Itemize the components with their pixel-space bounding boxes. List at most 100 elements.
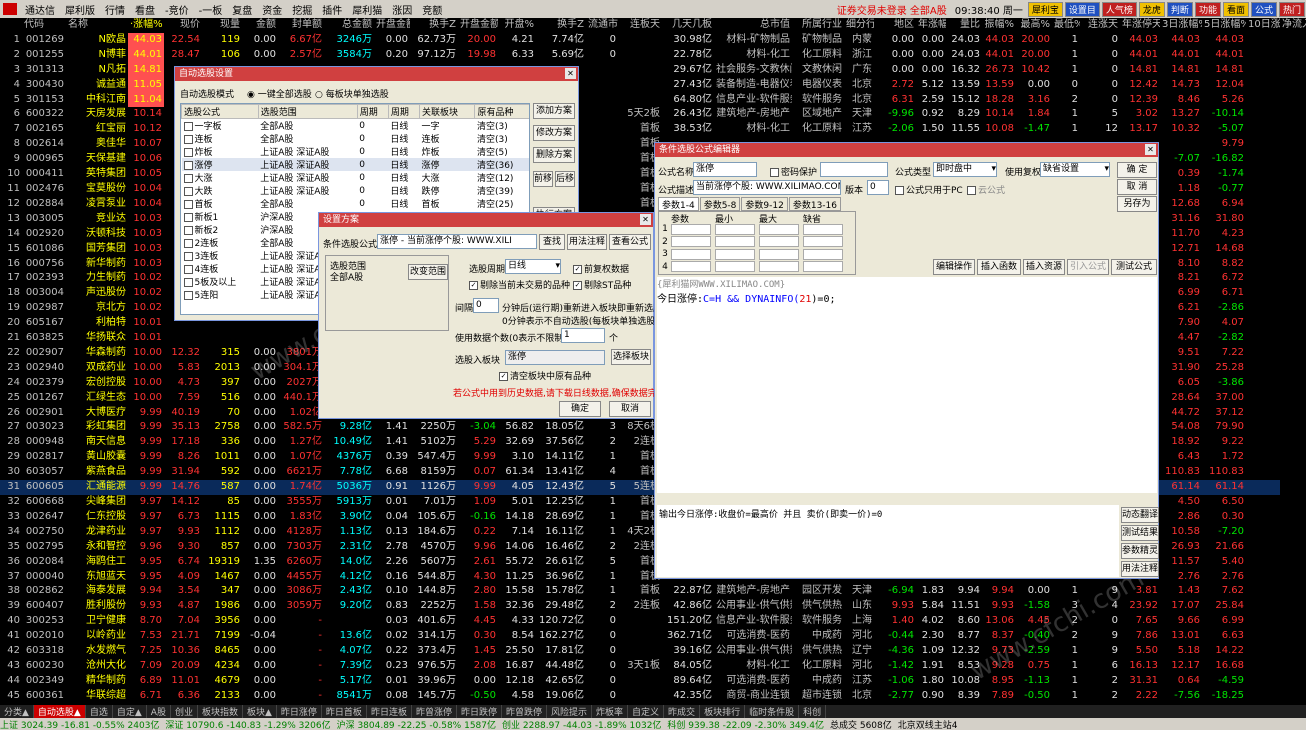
move-up-button[interactable]: 前移 [533, 171, 553, 187]
param-input[interactable] [759, 236, 799, 248]
column-header[interactable]: 3日涨幅% [1160, 18, 1202, 33]
param-input[interactable] [803, 248, 843, 260]
param-input[interactable] [671, 223, 711, 235]
find-button[interactable]: 查找 [539, 234, 565, 250]
column-header[interactable]: 年涨幅% [916, 18, 946, 33]
insert-resource-button[interactable]: 插入资源 [1023, 259, 1065, 275]
toolbar-button[interactable]: 犀利宝 [1027, 1, 1063, 17]
ok-button[interactable]: 确定 [559, 401, 601, 417]
column-header[interactable] [0, 18, 22, 33]
menu-item[interactable]: 犀利版 [60, 2, 100, 17]
table-row[interactable]: 2 001255 N博菲 44.01 28.47 106 0.00 2.57亿 3584万 0.2… [0, 47, 1306, 63]
column-header[interactable]: 开盘金额 [374, 18, 410, 33]
scheme-checkbox[interactable] [183, 174, 193, 183]
table-row[interactable]: 45 600361 华联综超 6.71 6.36 2133 0.00-8541万 0.08 14… [0, 689, 1306, 704]
side-button[interactable]: 动态翻译 [1121, 507, 1159, 523]
close-icon[interactable]: ✕ [1145, 144, 1156, 155]
cancel-button[interactable]: 取 消 [1117, 179, 1157, 195]
scheme-checkbox[interactable] [183, 161, 193, 170]
menu-item[interactable]: 资金 [257, 2, 287, 17]
toolbar-button[interactable]: 设置目 [1064, 1, 1100, 17]
sector-tab[interactable]: 风险提示 [547, 705, 593, 718]
change-range-button[interactable]: 改变范围 [408, 264, 448, 280]
sector-tab[interactable]: 自选 [86, 705, 113, 718]
column-header[interactable]: 最低% [1052, 18, 1080, 33]
column-header[interactable]: 现价 [164, 18, 202, 33]
move-down-button[interactable]: 后移 [555, 171, 575, 187]
adjust-checkbox[interactable]: ✓ 前复权数据 [573, 262, 629, 275]
type-select[interactable]: 即时盘中 ▾ [933, 162, 997, 177]
sector-tab[interactable]: 昨成交 [664, 705, 701, 718]
sector-tab[interactable]: 炸板率 [592, 705, 629, 718]
param-input[interactable] [715, 223, 755, 235]
adjust-select[interactable]: 缺省设置 ▾ [1040, 162, 1110, 177]
import-formula-button[interactable]: 引入公式 [1067, 259, 1109, 275]
column-header[interactable]: 连涨天 [1080, 18, 1120, 33]
pc-only-checkbox[interactable]: 公式只用于PC [895, 183, 963, 196]
period-select[interactable]: 日线 ▾ [505, 259, 561, 274]
param-tab[interactable]: 参数9-12 [741, 197, 788, 211]
sector-tab[interactable]: 分类▲ [0, 705, 34, 718]
list-item[interactable]: 连板 全部A股 0 日线 连板 清空(3) [182, 132, 530, 145]
ok-button[interactable]: 确 定 [1117, 162, 1157, 178]
save-as-button[interactable]: 另存为 [1117, 196, 1157, 212]
list-item[interactable]: 首板 全部A股 0 日线 首板 清空(25) [182, 197, 530, 210]
column-header[interactable]: 总市值 [714, 18, 792, 33]
formula-select[interactable]: 涨停 - 当前涨停个股: WWW.XILI [377, 234, 537, 249]
test-formula-button[interactable]: 测试公式 [1111, 259, 1157, 275]
menu-item[interactable]: -竞价 [160, 2, 194, 17]
column-header[interactable]: 开盘金额 [458, 18, 498, 33]
sector-tab[interactable]: 昨日首板 [322, 705, 367, 718]
password-input[interactable] [820, 162, 888, 177]
cloud-formula-checkbox[interactable]: 云公式 [967, 183, 1005, 196]
column-header[interactable]: 最高% [1016, 18, 1052, 33]
menu-item[interactable]: 竞额 [417, 2, 447, 17]
toolbar-button[interactable]: 公式 [1250, 1, 1277, 17]
param-input[interactable] [715, 248, 755, 260]
use-count-input[interactable]: 1 [561, 328, 605, 343]
param-tab[interactable]: 参数5-8 [699, 197, 741, 211]
column-header[interactable]: 连板天 [618, 18, 662, 33]
param-input[interactable] [759, 261, 799, 273]
column-header[interactable]: 所属行业 [792, 18, 844, 33]
column-header[interactable]: 10日涨幅% [1246, 18, 1280, 33]
scheme-checkbox[interactable] [183, 226, 193, 235]
formula-desc-input[interactable]: 当前涨停个股: WWW.XILIMAO.COM [693, 180, 841, 195]
param-input[interactable] [715, 261, 755, 273]
sector-tab[interactable]: 昨曾涨停 [412, 705, 457, 718]
sector-tab[interactable]: 昨日涨停 [277, 705, 322, 718]
table-row[interactable]: 40 300253 卫宁健康 8.70 7.04 3956 0.00 - 0.03 401.6万 4… [0, 614, 1306, 629]
into-block-input[interactable]: 涨停 [505, 350, 605, 365]
delete-scheme-button[interactable]: 删除方案 [533, 147, 575, 163]
toolbar-button[interactable]: 人气榜 [1101, 1, 1137, 17]
column-header[interactable]: 代码 [22, 18, 66, 33]
interval-input[interactable]: 0 [473, 298, 499, 313]
column-header[interactable]: 几天几板 [662, 18, 714, 33]
param-input[interactable] [715, 236, 755, 248]
scheme-checkbox[interactable] [183, 252, 193, 261]
param-input[interactable] [803, 236, 843, 248]
sector-tab[interactable]: 板块指数 [198, 705, 243, 718]
table-row[interactable]: 1 001269 N欧晶 44.03 22.54 119 0.00 6.67亿 3246万 0.0… [0, 32, 1306, 48]
param-input[interactable] [803, 223, 843, 235]
close-icon[interactable]: ✕ [640, 214, 651, 225]
column-header[interactable]: 总金额 [324, 18, 374, 33]
list-item[interactable]: 涨停 上证A股 深证A股 0 日线 涨停 清空(36) [181, 158, 529, 171]
formula-name-input[interactable]: 涨停 [693, 162, 757, 177]
clear-block-checkbox[interactable]: ✓ 清空板块中原有品种 [499, 369, 591, 382]
table-row[interactable]: 41 002010 以岭药业 7.53 21.71 7199 -0.04 - 13.6亿 0.02… [0, 629, 1306, 644]
list-header[interactable]: 周期 [387, 104, 420, 119]
column-header[interactable]: 振幅% [982, 18, 1016, 33]
scheme-checkbox[interactable] [183, 213, 193, 222]
menu-item[interactable]: 通达信 [20, 2, 60, 17]
insert-func-button[interactable]: 插入函数 [977, 259, 1021, 275]
param-tab[interactable]: 参数13-16 [788, 197, 841, 211]
sector-tab[interactable]: 板块排行 [700, 705, 746, 718]
menu-item[interactable]: 插件 [317, 2, 347, 17]
column-header[interactable]: 金额 [242, 18, 278, 33]
menu-item[interactable]: 涨因 [387, 2, 417, 17]
sector-tab[interactable]: 昨日跌停 [457, 705, 502, 718]
param-input[interactable] [671, 261, 711, 273]
scheme-checkbox[interactable] [183, 265, 193, 274]
list-item[interactable]: 炸板 上证A股 深证A股 0 日线 炸板 清空(5) [182, 145, 530, 158]
